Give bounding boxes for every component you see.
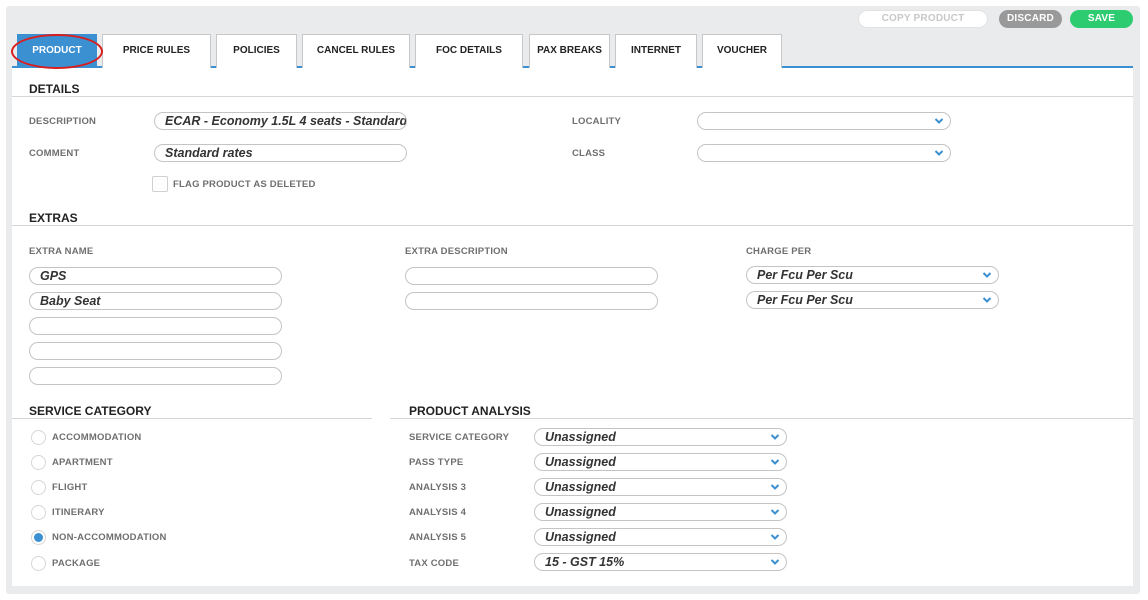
analysis-select-analysis-5[interactable]: Unassigned — [534, 528, 787, 546]
extra-name-header: EXTRA NAME — [29, 246, 94, 257]
extra-name-field[interactable]: GPS — [29, 267, 282, 285]
analysis-value: Unassigned — [545, 480, 616, 494]
analysis-select-tax-code[interactable]: 15 - GST 15% — [534, 553, 787, 571]
analysis-label-service-category: SERVICE CATEGORY — [409, 432, 510, 443]
radio-label-package: PACKAGE — [52, 558, 101, 569]
flag-deleted-checkbox[interactable] — [152, 176, 168, 192]
extra-name-field[interactable] — [29, 342, 282, 360]
analysis-label-pass-type: PASS TYPE — [409, 457, 464, 468]
details-heading: DETAILS — [29, 82, 80, 96]
tab-foc-details[interactable]: FOC DETAILS — [415, 34, 523, 68]
analysis-value: Unassigned — [545, 505, 616, 519]
radio-label-non-accommodation: NON-ACCOMMODATION — [52, 532, 167, 543]
chevron-down-icon — [770, 530, 780, 544]
analysis-select-service-category[interactable]: Unassigned — [534, 428, 787, 446]
product-analysis-divider — [390, 418, 1133, 419]
analysis-value: 15 - GST 15% — [545, 555, 625, 569]
analysis-select-pass-type[interactable]: Unassigned — [534, 453, 787, 471]
flag-deleted-label: FLAG PRODUCT AS DELETED — [173, 179, 316, 190]
locality-select[interactable] — [697, 112, 951, 130]
chevron-down-icon — [770, 455, 780, 469]
charge-per-value: Per Fcu Per Scu — [757, 268, 853, 282]
product-analysis-heading: PRODUCT ANALYSIS — [409, 404, 531, 418]
analysis-label-analysis-3: ANALYSIS 3 — [409, 482, 467, 493]
radio-label-itinerary: ITINERARY — [52, 507, 105, 518]
radio-itinerary[interactable] — [31, 505, 46, 520]
comment-label: COMMENT — [29, 148, 80, 159]
tab-internet[interactable]: INTERNET — [615, 34, 697, 68]
chevron-down-icon — [934, 146, 944, 160]
service-category-divider — [12, 418, 372, 419]
tab-policies[interactable]: POLICIES — [216, 34, 297, 68]
extra-description-field[interactable] — [405, 267, 658, 285]
analysis-value: Unassigned — [545, 530, 616, 544]
copy-product-button[interactable]: COPY PRODUCT — [858, 10, 988, 28]
extra-description-header: EXTRA DESCRIPTION — [405, 246, 508, 257]
extras-divider — [12, 225, 1133, 226]
chevron-down-icon — [934, 114, 944, 128]
extra-name-field[interactable] — [29, 367, 282, 385]
comment-field[interactable]: Standard rates — [154, 144, 407, 162]
analysis-select-analysis-4[interactable]: Unassigned — [534, 503, 787, 521]
description-field[interactable]: ECAR - Economy 1.5L 4 seats - Standard — [154, 112, 407, 130]
tab-price-rules[interactable]: PRICE RULES — [102, 34, 211, 68]
analysis-value: Unassigned — [545, 430, 616, 444]
chevron-down-icon — [770, 430, 780, 444]
extra-description-field[interactable] — [405, 292, 658, 310]
charge-per-select[interactable]: Per Fcu Per Scu — [746, 291, 999, 309]
charge-per-value: Per Fcu Per Scu — [757, 293, 853, 307]
chevron-down-icon — [982, 268, 992, 282]
discard-button[interactable]: DISCARD — [999, 10, 1062, 28]
radio-package[interactable] — [31, 556, 46, 571]
tab-cancel-rules[interactable]: CANCEL RULES — [302, 34, 410, 68]
description-label: DESCRIPTION — [29, 116, 97, 127]
service-category-heading: SERVICE CATEGORY — [29, 404, 152, 418]
radio-flight[interactable] — [31, 480, 46, 495]
extras-heading: EXTRAS — [29, 211, 78, 225]
tab-pax-breaks[interactable]: PAX BREAKS — [529, 34, 610, 68]
analysis-label-analysis-4: ANALYSIS 4 — [409, 507, 467, 518]
radio-label-flight: FLIGHT — [52, 482, 88, 493]
chevron-down-icon — [770, 480, 780, 494]
save-button[interactable]: SAVE — [1070, 10, 1133, 28]
chevron-down-icon — [770, 505, 780, 519]
locality-label: LOCALITY — [572, 116, 622, 127]
analysis-select-analysis-3[interactable]: Unassigned — [534, 478, 787, 496]
charge-per-select[interactable]: Per Fcu Per Scu — [746, 266, 999, 284]
chevron-down-icon — [982, 293, 992, 307]
class-label: CLASS — [572, 148, 606, 159]
charge-per-header: CHARGE PER — [746, 246, 812, 257]
radio-non-accommodation[interactable] — [31, 530, 46, 545]
analysis-value: Unassigned — [545, 455, 616, 469]
chevron-down-icon — [770, 555, 780, 569]
extra-name-field[interactable]: Baby Seat — [29, 292, 282, 310]
tab-voucher[interactable]: VOUCHER — [702, 34, 782, 68]
analysis-label-analysis-5: ANALYSIS 5 — [409, 532, 467, 543]
class-select[interactable] — [697, 144, 951, 162]
radio-label-apartment: APARTMENT — [52, 457, 113, 468]
radio-label-accommodation: ACCOMMODATION — [52, 432, 142, 443]
analysis-label-tax-code: TAX CODE — [409, 558, 459, 569]
radio-apartment[interactable] — [31, 455, 46, 470]
details-divider — [12, 96, 1133, 97]
radio-accommodation[interactable] — [31, 430, 46, 445]
extra-name-field[interactable] — [29, 317, 282, 335]
tab-product[interactable]: PRODUCT — [17, 34, 97, 68]
